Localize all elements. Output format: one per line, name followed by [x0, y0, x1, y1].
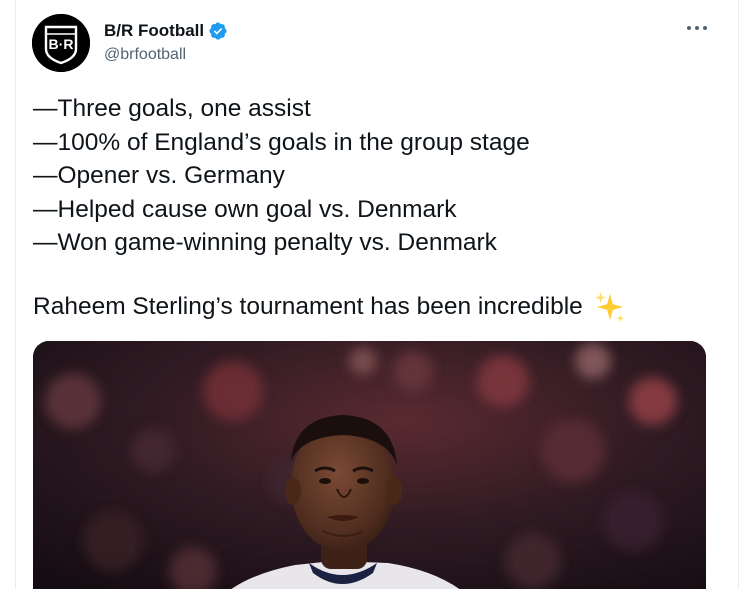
- tweet-card: B·R B/R Football @brfootball —Three goal…: [0, 0, 750, 589]
- more-options-icon: [687, 26, 707, 30]
- tweet-line: —Three goals, one assist: [33, 95, 311, 122]
- tweet-line: —Helped cause own goal vs. Denmark: [33, 195, 457, 223]
- br-logo-icon: B·R: [32, 14, 90, 72]
- tweet-line: —Opener vs. Germany: [33, 162, 285, 189]
- tweet-line: —100% of England’s goals in the group st…: [33, 128, 530, 156]
- tweet-photo[interactable]: [33, 341, 706, 589]
- tweet-text: —Three goals, one assist —100% of Englan…: [33, 92, 723, 260]
- tweet-closing-line: Raheem Sterling’s tournament has been in…: [33, 290, 627, 324]
- verified-badge-icon: [209, 22, 227, 40]
- tweet-line: —Won game-winning penalty vs. Denmark: [33, 229, 497, 256]
- author-handle[interactable]: @brfootball: [104, 46, 186, 64]
- sparkles-icon: [594, 291, 624, 323]
- closing-text: Raheem Sterling’s tournament has been in…: [33, 293, 583, 320]
- avatar-text: B·R: [49, 36, 74, 52]
- more-options-button[interactable]: [684, 18, 710, 38]
- author-name[interactable]: B/R Football: [104, 21, 204, 41]
- account-avatar[interactable]: B·R: [32, 14, 90, 72]
- author-row: B/R Football: [104, 21, 228, 41]
- player-photo: [33, 341, 706, 589]
